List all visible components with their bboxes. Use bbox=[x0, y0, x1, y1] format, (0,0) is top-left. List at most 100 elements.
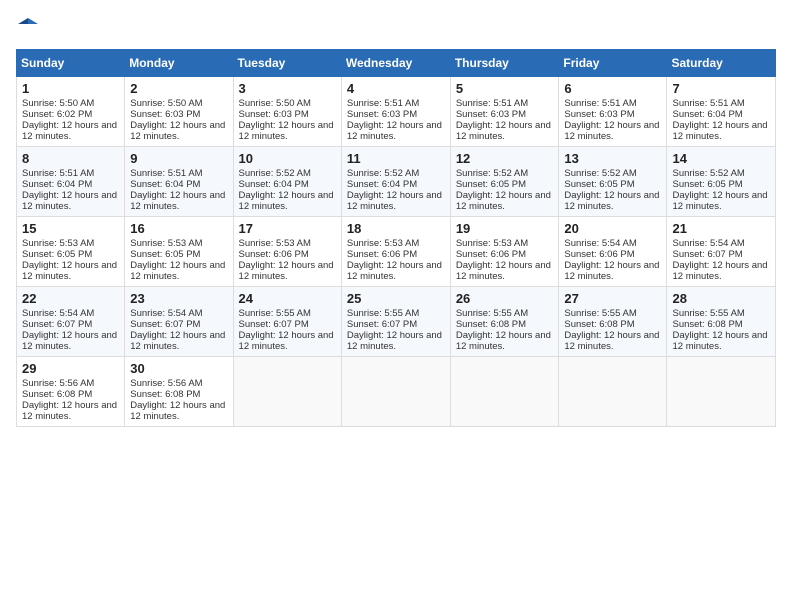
calendar-day-7: 7Sunrise: 5:51 AMSunset: 6:04 PMDaylight… bbox=[667, 77, 776, 147]
day-info: Daylight: 12 hours and 12 minutes. bbox=[456, 190, 554, 212]
day-info: Sunset: 6:07 PM bbox=[130, 319, 227, 330]
day-number: 9 bbox=[130, 151, 227, 166]
calendar-week-4: 22Sunrise: 5:54 AMSunset: 6:07 PMDayligh… bbox=[17, 287, 776, 357]
calendar-day-6: 6Sunrise: 5:51 AMSunset: 6:03 PMDaylight… bbox=[559, 77, 667, 147]
day-info: Sunrise: 5:51 AM bbox=[130, 168, 227, 179]
calendar-day-21: 21Sunrise: 5:54 AMSunset: 6:07 PMDayligh… bbox=[667, 217, 776, 287]
day-info: Daylight: 12 hours and 12 minutes. bbox=[456, 120, 554, 142]
day-info: Daylight: 12 hours and 12 minutes. bbox=[22, 190, 119, 212]
day-number: 25 bbox=[347, 291, 445, 306]
day-info: Sunset: 6:03 PM bbox=[347, 109, 445, 120]
day-info: Daylight: 12 hours and 12 minutes. bbox=[347, 260, 445, 282]
day-number: 26 bbox=[456, 291, 554, 306]
day-info: Sunset: 6:08 PM bbox=[564, 319, 661, 330]
calendar-day-16: 16Sunrise: 5:53 AMSunset: 6:05 PMDayligh… bbox=[125, 217, 233, 287]
calendar-day-24: 24Sunrise: 5:55 AMSunset: 6:07 PMDayligh… bbox=[233, 287, 341, 357]
day-header-tuesday: Tuesday bbox=[233, 50, 341, 77]
day-number: 19 bbox=[456, 221, 554, 236]
empty-cell bbox=[559, 357, 667, 427]
day-number: 12 bbox=[456, 151, 554, 166]
day-info: Daylight: 12 hours and 12 minutes. bbox=[672, 260, 770, 282]
day-info: Sunrise: 5:50 AM bbox=[22, 98, 119, 109]
day-info: Daylight: 12 hours and 12 minutes. bbox=[130, 190, 227, 212]
header bbox=[16, 16, 776, 41]
day-info: Daylight: 12 hours and 12 minutes. bbox=[22, 260, 119, 282]
day-number: 20 bbox=[564, 221, 661, 236]
calendar-header: SundayMondayTuesdayWednesdayThursdayFrid… bbox=[17, 50, 776, 77]
day-header-wednesday: Wednesday bbox=[341, 50, 450, 77]
calendar-week-3: 15Sunrise: 5:53 AMSunset: 6:05 PMDayligh… bbox=[17, 217, 776, 287]
day-info: Sunset: 6:03 PM bbox=[239, 109, 336, 120]
day-number: 8 bbox=[22, 151, 119, 166]
day-info: Sunset: 6:06 PM bbox=[347, 249, 445, 260]
day-info: Sunset: 6:05 PM bbox=[564, 179, 661, 190]
day-number: 2 bbox=[130, 81, 227, 96]
day-info: Sunset: 6:08 PM bbox=[672, 319, 770, 330]
calendar-body: 1Sunrise: 5:50 AMSunset: 6:02 PMDaylight… bbox=[17, 77, 776, 427]
day-info: Daylight: 12 hours and 12 minutes. bbox=[456, 330, 554, 352]
calendar-day-12: 12 Sunrise: 5:52 AMSunset: 6:05 PMDayligh… bbox=[450, 147, 559, 217]
day-info: Daylight: 12 hours and 12 minutes. bbox=[564, 260, 661, 282]
day-info: Sunrise: 5:52 AM bbox=[456, 168, 554, 179]
day-header-thursday: Thursday bbox=[450, 50, 559, 77]
day-info: Daylight: 12 hours and 12 minutes. bbox=[22, 330, 119, 352]
day-number: 18 bbox=[347, 221, 445, 236]
day-info: Sunset: 6:05 PM bbox=[22, 249, 119, 260]
day-info: Sunrise: 5:53 AM bbox=[239, 238, 336, 249]
calendar-day-5: 5Sunrise: 5:51 AMSunset: 6:03 PMDaylight… bbox=[450, 77, 559, 147]
day-info: Sunset: 6:04 PM bbox=[239, 179, 336, 190]
day-header-saturday: Saturday bbox=[667, 50, 776, 77]
calendar-day-22: 22Sunrise: 5:54 AMSunset: 6:07 PMDayligh… bbox=[17, 287, 125, 357]
calendar-day-20: 20Sunrise: 5:54 AMSunset: 6:06 PMDayligh… bbox=[559, 217, 667, 287]
day-info: Sunrise: 5:53 AM bbox=[456, 238, 554, 249]
calendar-day-1: 1 Sunrise: 5:50 AMSunset: 6:02 PMDaylight… bbox=[17, 77, 125, 147]
calendar-day-30: 30Sunrise: 5:56 AMSunset: 6:08 PMDayligh… bbox=[125, 357, 233, 427]
calendar-day-18: 18Sunrise: 5:53 AMSunset: 6:06 PMDayligh… bbox=[341, 217, 450, 287]
day-info: Sunrise: 5:56 AM bbox=[22, 378, 119, 389]
calendar-day-11: 11Sunrise: 5:52 AMSunset: 6:04 PMDayligh… bbox=[341, 147, 450, 217]
day-number: 4 bbox=[347, 81, 445, 96]
day-header-monday: Monday bbox=[125, 50, 233, 77]
day-number: 17 bbox=[239, 221, 336, 236]
day-header-sunday: Sunday bbox=[17, 50, 125, 77]
day-info: Daylight: 12 hours and 12 minutes. bbox=[347, 190, 445, 212]
calendar-week-1: 1Sunrise: 5:50 AMSunset: 6:02 PMDaylight… bbox=[17, 77, 776, 147]
day-info: Sunrise: 5:55 AM bbox=[456, 308, 554, 319]
day-info: Daylight: 12 hours and 12 minutes. bbox=[564, 330, 661, 352]
day-info: Daylight: 12 hours and 12 minutes. bbox=[130, 400, 227, 422]
calendar-table: SundayMondayTuesdayWednesdayThursdayFrid… bbox=[16, 49, 776, 427]
day-info: Daylight: 12 hours and 12 minutes. bbox=[347, 330, 445, 352]
day-number: 15 bbox=[22, 221, 119, 236]
day-number: 10 bbox=[239, 151, 336, 166]
day-info: Sunrise: 5:50 AM bbox=[130, 98, 227, 109]
calendar-week-2: 8Sunrise: 5:51 AMSunset: 6:04 PMDaylight… bbox=[17, 147, 776, 217]
day-info: Daylight: 12 hours and 12 minutes. bbox=[456, 260, 554, 282]
logo-bird-icon bbox=[18, 16, 38, 36]
day-number: 1 bbox=[22, 81, 119, 96]
empty-cell bbox=[450, 357, 559, 427]
day-info: Sunset: 6:06 PM bbox=[456, 249, 554, 260]
day-number: 3 bbox=[239, 81, 336, 96]
day-info: Sunrise: 5:55 AM bbox=[564, 308, 661, 319]
day-info: Sunrise: 5:52 AM bbox=[239, 168, 336, 179]
day-info: Daylight: 12 hours and 12 minutes. bbox=[672, 190, 770, 212]
day-info: Daylight: 12 hours and 12 minutes. bbox=[22, 120, 119, 142]
calendar-day-9: 9 Sunrise: 5:51 AMSunset: 6:04 PMDaylight… bbox=[125, 147, 233, 217]
calendar-day-19: 19 Sunrise: 5:53 AMSunset: 6:06 PMDayligh… bbox=[450, 217, 559, 287]
day-number: 14 bbox=[672, 151, 770, 166]
day-info: Daylight: 12 hours and 12 minutes. bbox=[564, 120, 661, 142]
day-info: Sunset: 6:07 PM bbox=[347, 319, 445, 330]
calendar-day-3: 3Sunrise: 5:50 AMSunset: 6:03 PMDaylight… bbox=[233, 77, 341, 147]
day-info: Sunrise: 5:52 AM bbox=[347, 168, 445, 179]
day-info: Daylight: 12 hours and 12 minutes. bbox=[130, 330, 227, 352]
day-number: 13 bbox=[564, 151, 661, 166]
day-info: Sunset: 6:06 PM bbox=[564, 249, 661, 260]
day-info: Sunset: 6:08 PM bbox=[456, 319, 554, 330]
empty-cell bbox=[233, 357, 341, 427]
day-info: Sunset: 6:02 PM bbox=[22, 109, 119, 120]
day-info: Daylight: 12 hours and 12 minutes. bbox=[239, 260, 336, 282]
day-number: 29 bbox=[22, 361, 119, 376]
day-info: Sunset: 6:04 PM bbox=[130, 179, 227, 190]
day-info: Sunset: 6:05 PM bbox=[456, 179, 554, 190]
day-info: Sunset: 6:07 PM bbox=[22, 319, 119, 330]
